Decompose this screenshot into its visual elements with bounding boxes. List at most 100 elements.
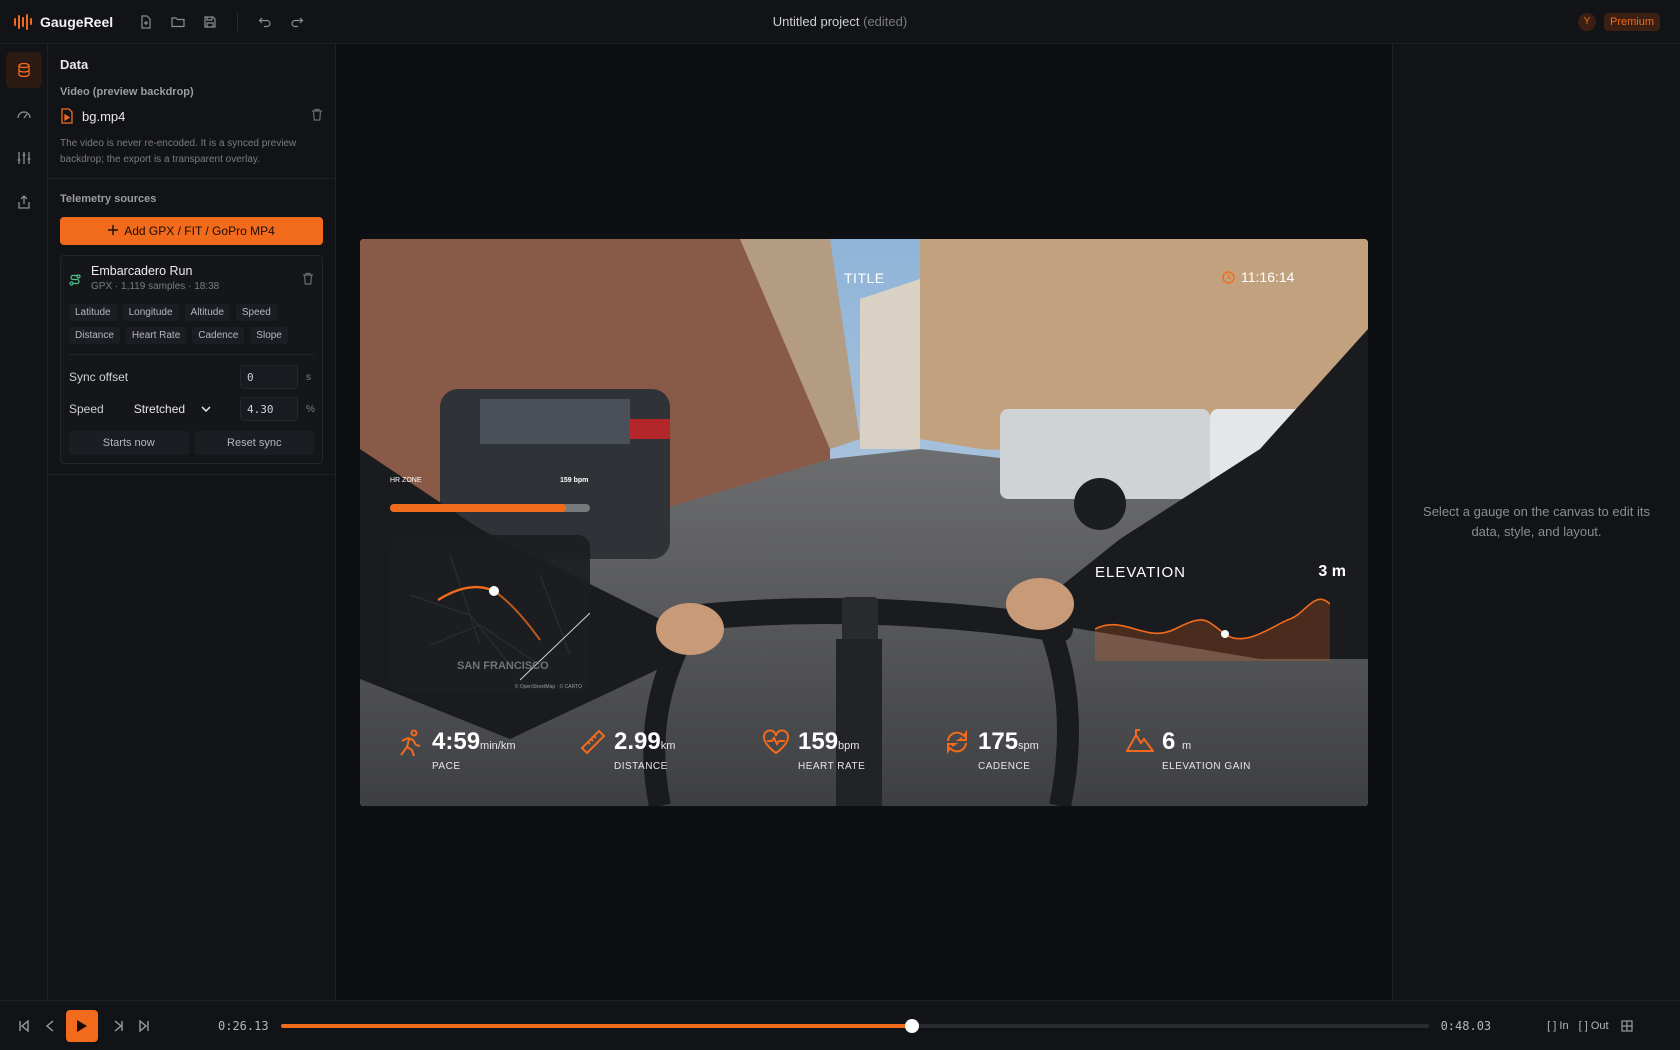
scrubber-handle[interactable] [904, 1018, 919, 1033]
inspector-hint: Select a gauge on the canvas to edit its… [1423, 504, 1650, 539]
total-time: 0:48.03 [1440, 1018, 1492, 1033]
stat-heart-rate[interactable]: 159bpm HEART RATE [762, 729, 865, 772]
section-divider [48, 178, 335, 179]
trash-icon[interactable] [302, 272, 314, 290]
brand: GaugeReel [14, 13, 114, 30]
toolbar-divider [237, 12, 239, 31]
elevation-label: ELEVATION [1095, 564, 1186, 581]
video-file-icon [61, 108, 73, 124]
grid-icon[interactable] [1620, 1019, 1633, 1032]
video-file-name: bg.mp4 [82, 108, 126, 124]
channel-tag: Speed [235, 304, 277, 321]
sync-offset-label: Sync offset [69, 370, 129, 384]
save-icon[interactable] [201, 13, 219, 31]
stat-distance[interactable]: 2.99km DISTANCE [580, 729, 675, 772]
hr-zone-fill [390, 504, 566, 512]
rail-data-button[interactable] [6, 52, 42, 88]
trash-icon[interactable] [311, 108, 323, 124]
speed-value-input[interactable]: 4.30 [240, 397, 298, 421]
database-icon [18, 62, 30, 78]
channel-tag: Cadence [192, 327, 245, 344]
timeline-scrubber[interactable] [280, 1018, 1429, 1033]
heart-pulse-icon [763, 729, 789, 755]
skip-to-end-icon[interactable] [138, 1019, 150, 1032]
stat-elevation-gain[interactable]: 6 m ELEVATION GAIN [1126, 729, 1251, 772]
channel-tag: Altitude [184, 304, 230, 321]
channel-tag: Latitude [69, 304, 117, 321]
mark-in-button[interactable]: [ ] In [1547, 1020, 1568, 1032]
data-panel: Data Video (preview backdrop) bg.mp4 The… [48, 44, 336, 1000]
channel-tag: Longitude [122, 304, 179, 321]
channel-tags: Latitude Longitude Altitude Speed Distan… [69, 304, 314, 344]
sync-offset-unit: s [306, 371, 311, 383]
rail-gauges-button[interactable] [6, 96, 42, 132]
hr-zone-bar[interactable] [390, 504, 590, 512]
play-icon [77, 1019, 87, 1032]
mountain-icon [1126, 729, 1154, 752]
cycle-icon [947, 729, 967, 755]
step-forward-icon[interactable] [112, 1019, 124, 1032]
current-time: 0:26.13 [218, 1018, 269, 1033]
clock-icon [1222, 270, 1235, 284]
card-divider [69, 354, 314, 355]
play-button[interactable] [66, 1009, 98, 1042]
channel-tag: Slope [250, 327, 288, 344]
telemetry-section-label: Telemetry sources [60, 193, 157, 205]
reset-sync-button[interactable]: Reset sync [194, 431, 314, 455]
logo-icon [14, 13, 32, 30]
open-folder-icon[interactable] [169, 13, 187, 31]
avatar[interactable]: Y [1577, 12, 1596, 31]
add-telemetry-button[interactable]: Add GPX / FIT / GoPro MP4 [60, 217, 323, 245]
panel-title: Data [60, 57, 89, 72]
timeline-progress [280, 1023, 912, 1028]
telemetry-source-card[interactable]: Embarcadero Run GPX · 1,119 samples · 18… [60, 255, 323, 464]
playback-bar: 0:26.13 0:48.03 [ ] In [ ] Out [0, 1000, 1680, 1050]
hr-zone-label: HR ZONE [390, 477, 422, 484]
video-frame-image [360, 239, 1368, 806]
channel-tag: Heart Rate [125, 327, 187, 344]
clock-gauge[interactable]: 11:16:14 [1222, 269, 1294, 285]
video-note: The video is never re-encoded. It is a s… [60, 138, 297, 165]
speed-label: Speed [69, 402, 104, 416]
skip-to-start-icon[interactable] [18, 1019, 30, 1032]
mark-out-button[interactable]: [ ] Out [1579, 1020, 1609, 1032]
speed-row: Speed Stretched 4.30 % [69, 395, 315, 423]
stat-pace[interactable]: 4:59min/km PACE [398, 729, 516, 772]
stat-cadence[interactable]: 175spm CADENCE [944, 729, 1039, 772]
starts-now-button[interactable]: Starts now [69, 431, 189, 455]
left-rail [0, 44, 48, 1000]
undo-icon[interactable] [256, 13, 274, 31]
section-divider [48, 474, 335, 475]
video-file-row[interactable]: bg.mp4 [48, 108, 335, 124]
chevron-down-icon [201, 406, 211, 412]
app-name: GaugeReel [40, 13, 114, 30]
video-preview[interactable]: TITLE 11:16:14 HR ZONE 159 bpm SAN FRANC… [360, 239, 1368, 806]
hr-zone-value: 159 bpm [560, 477, 589, 484]
speed-mode-select[interactable]: Stretched [128, 397, 217, 421]
map-attribution: © OpenStreetMap · © CARTO [514, 684, 582, 690]
video-section-label: Video (preview backdrop) [60, 86, 194, 98]
elevation-profile [1095, 598, 1330, 661]
source-name: Embarcadero Run [91, 264, 193, 278]
source-meta: GPX · 1,119 samples · 18:38 [91, 281, 220, 292]
step-back-icon[interactable] [44, 1019, 56, 1032]
route-icon [69, 274, 81, 286]
sliders-icon [17, 152, 31, 164]
premium-badge[interactable]: Premium [1603, 12, 1660, 31]
route-map-gauge[interactable]: SAN FRANCISCO © OpenStreetMap · © CARTO [390, 535, 590, 693]
new-file-icon[interactable] [137, 13, 155, 31]
rail-adjust-button[interactable] [6, 140, 42, 176]
top-bar: GaugeReel Untitled project (edited) Y Pr… [0, 0, 1680, 44]
elevation-value: 3 m [1318, 563, 1346, 580]
rail-export-button[interactable] [6, 184, 42, 220]
sync-offset-input[interactable]: 0 [240, 365, 298, 389]
speed-unit: % [306, 403, 315, 415]
overlay-title[interactable]: TITLE [844, 270, 885, 286]
inspector-panel: Select a gauge on the canvas to edit its… [1392, 44, 1680, 1000]
export-icon [18, 195, 30, 209]
channel-tag: Distance [69, 327, 120, 344]
redo-icon[interactable] [288, 13, 306, 31]
sync-offset-row: Sync offset 0 s [69, 363, 314, 391]
plus-icon [108, 224, 119, 238]
ruler-icon [580, 729, 606, 755]
